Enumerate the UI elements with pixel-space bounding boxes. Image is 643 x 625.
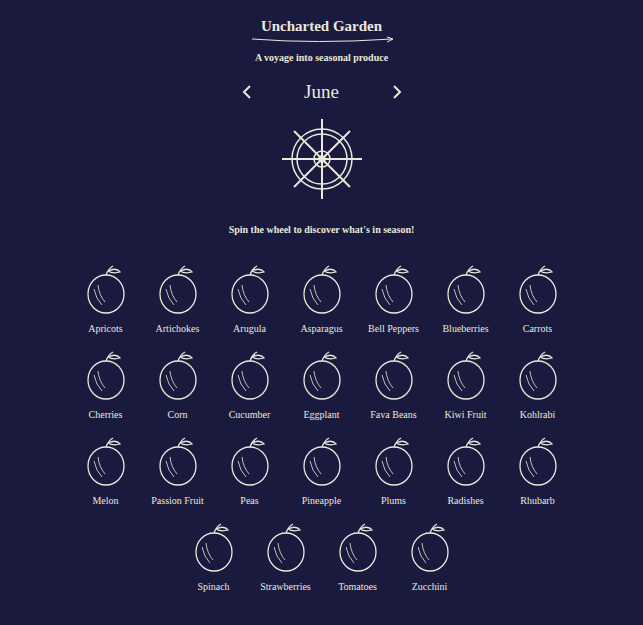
underline-flourish-icon [247,36,397,44]
produce-sketch-icon [510,261,566,319]
site-title[interactable]: Uncharted Garden [261,16,382,36]
month-label: June [293,79,351,105]
produce-label: Artichokes [156,322,200,336]
produce-item[interactable]: Plums [358,433,430,508]
produce-label: Carrots [523,322,552,336]
produce-sketch-icon [330,519,386,577]
produce-label: Fava Beans [370,408,416,422]
produce-label: Asparagus [300,322,342,336]
produce-sketch-icon [402,519,458,577]
produce-item[interactable]: Apricots [70,261,142,336]
produce-sketch-icon [150,261,206,319]
produce-item[interactable]: Cucumber [214,347,286,422]
produce-label: Spinach [197,580,229,594]
produce-label: Peas [240,494,258,508]
produce-sketch-icon [222,347,278,405]
produce-sketch-icon [294,261,350,319]
produce-sketch-icon [438,347,494,405]
month-nav: June [241,79,403,105]
produce-item[interactable]: Carrots [502,261,574,336]
produce-label: Melon [92,494,118,508]
produce-sketch-icon [294,347,350,405]
produce-label: Corn [168,408,188,422]
produce-label: Strawberries [260,580,311,594]
page: Uncharted Garden A voyage into seasonal … [0,0,643,625]
produce-item[interactable]: Melon [70,433,142,508]
produce-label: Tomatoes [338,580,377,594]
produce-label: Kiwi Fruit [445,408,487,422]
produce-item[interactable]: Pineapple [286,433,358,508]
produce-sketch-icon [150,433,206,491]
produce-item[interactable]: Radishes [430,433,502,508]
produce-label: Arugula [233,322,266,336]
produce-sketch-icon [78,433,134,491]
produce-sketch-icon [78,347,134,405]
produce-sketch-icon [78,261,134,319]
produce-item[interactable]: Passion Fruit [142,433,214,508]
logo: Uncharted Garden [247,16,397,44]
produce-label: Pineapple [302,494,341,508]
produce-label: Eggplant [303,408,339,422]
produce-sketch-icon [222,261,278,319]
produce-item[interactable]: Zucchini [394,519,466,594]
produce-item[interactable]: Corn [142,347,214,422]
produce-item[interactable]: Kiwi Fruit [430,347,502,422]
produce-item[interactable]: Fava Beans [358,347,430,422]
produce-label: Apricots [88,322,122,336]
produce-item[interactable]: Spinach [178,519,250,594]
produce-label: Plums [381,494,406,508]
produce-label: Bell Peppers [368,322,419,336]
produce-item[interactable]: Cherries [70,347,142,422]
produce-sketch-icon [438,261,494,319]
ship-wheel-icon[interactable] [274,117,370,201]
produce-label: Zucchini [412,580,448,594]
chevron-left-icon[interactable] [241,84,253,100]
produce-sketch-icon [222,433,278,491]
produce-sketch-icon [510,347,566,405]
produce-item[interactable]: Rhubarb [502,433,574,508]
produce-item[interactable]: Bell Peppers [358,261,430,336]
produce-item[interactable]: Artichokes [142,261,214,336]
produce-label: Cherries [89,408,123,422]
produce-label: Radishes [447,494,483,508]
produce-sketch-icon [438,433,494,491]
produce-label: Passion Fruit [151,494,204,508]
produce-sketch-icon [258,519,314,577]
produce-sketch-icon [294,433,350,491]
produce-label: Cucumber [229,408,271,422]
produce-sketch-icon [150,347,206,405]
produce-sketch-icon [366,347,422,405]
produce-label: Rhubarb [520,494,554,508]
produce-item[interactable]: Tomatoes [322,519,394,594]
produce-grid: Apricots Artichokes Arugula Asparagus Bell P… [70,261,574,594]
produce-label: Blueberries [442,322,488,336]
produce-sketch-icon [366,261,422,319]
tagline: A voyage into seasonal produce [255,51,388,65]
produce-item[interactable]: Peas [214,433,286,508]
produce-item[interactable]: Eggplant [286,347,358,422]
produce-item[interactable]: Asparagus [286,261,358,336]
produce-sketch-icon [186,519,242,577]
wheel-cue: Spin the wheel to discover what's in sea… [229,223,415,237]
produce-sketch-icon [510,433,566,491]
produce-item[interactable]: Blueberries [430,261,502,336]
produce-item[interactable]: Arugula [214,261,286,336]
chevron-right-icon[interactable] [391,84,403,100]
produce-label: Kohlrabi [520,408,556,422]
produce-sketch-icon [366,433,422,491]
produce-item[interactable]: Strawberries [250,519,322,594]
produce-item[interactable]: Kohlrabi [502,347,574,422]
